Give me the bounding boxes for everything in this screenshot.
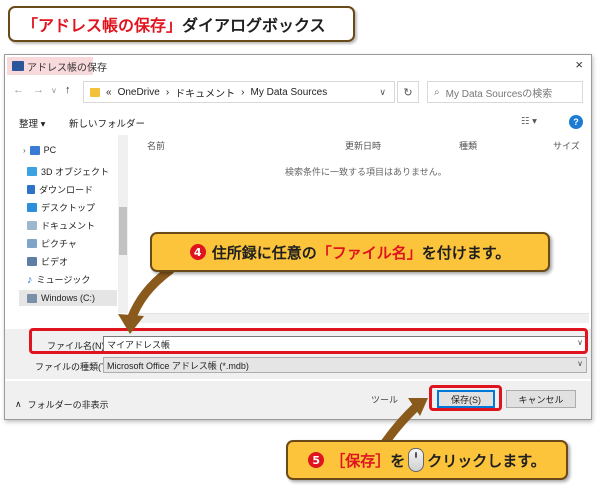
nav-item-label: ピクチャ: [41, 239, 77, 249]
breadcrumb-onedrive[interactable]: OneDrive: [118, 87, 160, 98]
chevron-down-icon[interactable]: ∨: [577, 359, 583, 368]
nav-item-desktop[interactable]: デスクトップ: [27, 201, 95, 214]
chevron-up-icon: ∧: [15, 399, 22, 409]
dialog-titlebar: アドレス帳の保存 ×: [5, 55, 591, 77]
nav-item-3d-objects[interactable]: 3D オブジェクト: [27, 165, 109, 178]
drive-icon: [27, 293, 37, 303]
column-type[interactable]: 種類: [459, 139, 477, 152]
music-icon: ♪: [27, 273, 33, 286]
navigation-pane: › PC 3D オブジェクト ダウンロード デスクトップ ドキュメント ピクチャ …: [5, 135, 131, 315]
column-name[interactable]: 名前: [147, 139, 165, 152]
search-input[interactable]: ⌕ My Data Sourcesの検索: [427, 81, 583, 103]
section-title-banner: 「アドレス帳の保存」 ダイアログボックス: [8, 6, 355, 42]
step5-text-mid: を: [390, 451, 406, 470]
nav-item-label: ビデオ: [41, 257, 69, 267]
column-size[interactable]: サイズ: [553, 139, 580, 152]
hide-folders-label: フォルダーの非表示: [27, 400, 109, 410]
recent-chevron-icon[interactable]: ∨: [51, 86, 57, 95]
refresh-button[interactable]: ↻: [397, 81, 419, 103]
nav-item-label: ダウンロード: [39, 185, 94, 195]
filename-highlight-box: [29, 328, 588, 354]
nav-item-label: ミュージック: [36, 275, 91, 285]
step4-callout: 4 住所録に任意の 「ファイル名」 を付けます。: [150, 232, 550, 272]
command-toolbar: 整理 ▾ 新しいフォルダー ☷ ▾ ?: [5, 113, 591, 133]
step5-callout: 5 ［保存］ を クリックします。: [286, 440, 568, 480]
step5-text-after: クリックします。: [427, 451, 546, 470]
nav-item-downloads[interactable]: ダウンロード: [27, 183, 93, 196]
address-bar[interactable]: « OneDrive › ドキュメント › My Data Sources ∨: [83, 81, 395, 103]
view-options-icon[interactable]: ☷ ▾: [521, 116, 537, 127]
file-list-hscrollbar[interactable]: [133, 313, 589, 323]
pc-icon: [29, 145, 40, 155]
nav-item-label: ドキュメント: [41, 221, 96, 231]
nav-item-label: デスクトップ: [41, 203, 96, 213]
back-arrow-icon[interactable]: ←: [13, 84, 24, 96]
nav-item-documents[interactable]: ドキュメント: [27, 219, 95, 232]
tools-button[interactable]: ツール: [371, 393, 398, 406]
nav-item-label: Windows (C:): [41, 293, 96, 303]
step4-text-before: 住所録に任意の: [211, 243, 317, 262]
search-placeholder: My Data Sourcesの検索: [445, 88, 553, 100]
breadcrumb-my-data-sources[interactable]: My Data Sources: [251, 87, 328, 98]
video-icon: [27, 257, 37, 266]
organize-button[interactable]: 整理 ▾: [19, 116, 45, 130]
desktop-icon: [27, 203, 37, 212]
mouse-icon: [408, 448, 425, 472]
download-icon: [27, 185, 35, 194]
up-arrow-icon[interactable]: ↑: [65, 84, 71, 96]
search-icon: ⌕: [434, 86, 440, 98]
cancel-button[interactable]: キャンセル: [506, 390, 576, 408]
breadcrumb-documents[interactable]: ドキュメント: [175, 85, 235, 100]
nav-item-label: PC: [43, 145, 57, 155]
filetype-value: Microsoft Office アドレス帳 (*.mdb): [107, 360, 249, 371]
new-folder-button[interactable]: 新しいフォルダー: [69, 116, 145, 130]
hide-folders-toggle[interactable]: ∧ フォルダーの非表示: [15, 398, 109, 411]
pictures-icon: [27, 239, 37, 248]
nav-item-music[interactable]: ♪ ミュージック: [27, 273, 90, 286]
step5-number: 5: [308, 452, 325, 468]
save-highlight-box: [429, 385, 502, 411]
nav-item-windows-c[interactable]: Windows (C:): [19, 290, 117, 306]
help-icon[interactable]: ?: [569, 115, 583, 129]
close-icon[interactable]: ×: [575, 57, 583, 72]
file-list-header: 名前 更新日時 種類 サイズ: [133, 135, 591, 153]
document-icon: [27, 221, 37, 230]
dialog-title: アドレス帳の保存: [27, 63, 107, 74]
banner-title-red: 「アドレス帳の保存」: [22, 16, 183, 35]
chevron-down-icon[interactable]: ∨: [379, 87, 386, 98]
empty-list-message: 検索条件に一致する項目はありません。: [285, 167, 447, 177]
folder-icon: [90, 87, 100, 97]
chevron-right-icon: ›: [165, 86, 170, 98]
step4-number: 4: [189, 244, 206, 260]
3d-objects-icon: [27, 167, 37, 176]
breadcrumb-separator: «: [106, 86, 112, 98]
column-modified[interactable]: 更新日時: [345, 139, 381, 152]
nav-item-pc[interactable]: › PC: [23, 145, 56, 155]
address-row: ← → ∨ ↑ « OneDrive › ドキュメント › My Data So…: [5, 81, 591, 105]
nav-item-pictures[interactable]: ピクチャ: [27, 237, 77, 250]
filetype-select[interactable]: Microsoft Office アドレス帳 (*.mdb) ∨: [103, 357, 587, 373]
step4-text-after: を付けます。: [421, 243, 511, 262]
scrollbar-thumb[interactable]: [119, 207, 127, 255]
expand-chevron-icon: ›: [23, 145, 26, 155]
chevron-right-icon: ›: [241, 86, 245, 98]
nav-item-label: 3D オブジェクト: [41, 167, 110, 177]
nav-item-videos[interactable]: ビデオ: [27, 255, 68, 268]
forward-arrow-icon[interactable]: →: [33, 84, 44, 96]
banner-title-rest: ダイアログボックス: [182, 16, 326, 35]
nav-scrollbar[interactable]: [118, 135, 128, 313]
app-icon: [12, 61, 24, 71]
step4-text-red: 「ファイル名」: [316, 243, 422, 262]
step5-text-red: ［保存］: [330, 451, 391, 470]
refresh-icon: ↻: [403, 86, 413, 99]
filetype-label: ファイルの種類(T):: [35, 362, 112, 372]
